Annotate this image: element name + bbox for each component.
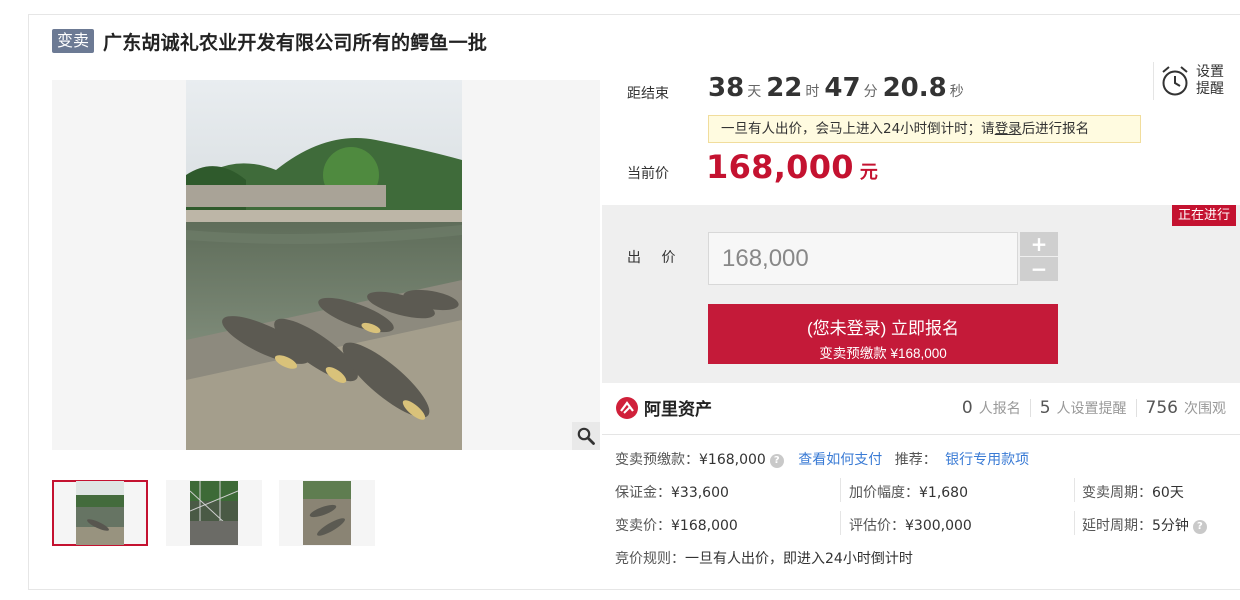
view-count: 756 次围观 xyxy=(1146,398,1226,418)
countdown-timer: 38 天 22 时 47 分 20.8 秒 xyxy=(708,73,969,103)
bid-rule-value: 一旦有人出价，即进入24小时倒计时 xyxy=(685,551,913,567)
help-icon[interactable]: ? xyxy=(1192,520,1207,534)
increment-value: ¥1,680 xyxy=(919,485,968,501)
decrease-bid-button[interactable]: − xyxy=(1020,257,1058,281)
help-icon[interactable]: ? xyxy=(769,454,784,468)
sale-period-label: 变卖周期： xyxy=(1082,485,1152,501)
appraisal-info: 评估价：¥300,000 xyxy=(849,515,972,535)
divider xyxy=(1135,399,1137,417)
countdown-hours: 22 xyxy=(766,73,803,103)
signup-count-value: 0 xyxy=(961,398,973,418)
signup-deposit-label: 变卖预缴款 ¥168,000 xyxy=(819,346,947,361)
divider xyxy=(1074,478,1075,502)
thumbnail-3[interactable] xyxy=(279,480,375,546)
reminder-count-unit: 人设置提醒 xyxy=(1056,401,1127,417)
divider xyxy=(840,511,841,535)
divider xyxy=(1029,399,1031,417)
main-image-viewer[interactable] xyxy=(52,80,600,450)
zoom-button[interactable] xyxy=(572,422,600,450)
countdown-minutes-unit: 分 xyxy=(863,84,878,100)
signup-count-unit: 人报名 xyxy=(978,401,1021,417)
sale-period-value: 60天 xyxy=(1152,485,1184,501)
signup-button-label: (您未登录) 立即报名 xyxy=(806,319,960,338)
alarm-clock-icon xyxy=(1162,66,1188,96)
login-link[interactable]: 登录 xyxy=(995,121,1022,137)
title-row: 变卖 广东胡诚礼农业开发有限公司所有的鳄鱼一批 xyxy=(52,28,487,54)
bid-label: 出 价 xyxy=(627,250,684,266)
reminder-count: 5 人设置提醒 xyxy=(1040,398,1127,418)
divider xyxy=(1074,511,1075,535)
countdown-label: 距结束 xyxy=(627,86,669,102)
sale-price-label: 变卖价： xyxy=(615,518,671,534)
bid-amount-input[interactable] xyxy=(708,232,1018,285)
current-price-value: 168,000 xyxy=(706,148,854,186)
signup-count: 0 人报名 xyxy=(962,398,1021,418)
countdown-days: 38 xyxy=(708,73,745,103)
notice-text-before: 一旦有人出价，会马上进入24小时倒计时；请 xyxy=(721,121,995,137)
ali-assets-name: 阿里资产 xyxy=(644,400,712,420)
recommend-label: 推荐： xyxy=(894,452,937,468)
item-title: 广东胡诚礼农业开发有限公司所有的鳄鱼一批 xyxy=(103,31,488,54)
status-badge: 正在进行 xyxy=(1171,205,1236,226)
platform-stats-row: 阿里资产 0 人报名 5 人设置提醒 756 次围观 xyxy=(602,383,1240,435)
set-reminder-button[interactable]: 设置提醒 xyxy=(1153,62,1231,100)
stats-group: 0 人报名 5 人设置提醒 756 次围观 xyxy=(962,398,1226,418)
current-price-unit: 元 xyxy=(859,162,878,183)
deposit-info: 变卖预缴款：¥168,000? 查看如何支付 推荐： 银行专用款项 xyxy=(615,449,1029,469)
delay-period-label: 延时周期： xyxy=(1082,518,1152,534)
bid-rule-label: 竞价规则： xyxy=(615,551,685,567)
guarantee-info: 保证金：¥33,600 xyxy=(615,482,729,502)
set-reminder-label: 设置提醒 xyxy=(1196,64,1224,97)
how-to-pay-link[interactable]: 查看如何支付 xyxy=(798,452,882,468)
sale-price-value: ¥168,000 xyxy=(671,518,738,534)
guarantee-label: 保证金： xyxy=(615,485,671,501)
increment-label: 加价幅度： xyxy=(849,485,919,501)
thumbnail-image xyxy=(76,481,124,545)
thumbnail-image xyxy=(303,481,351,545)
delay-period-value: 5分钟 xyxy=(1152,518,1189,534)
countdown-hours-unit: 时 xyxy=(805,84,820,100)
bid-panel: 正在进行 出 价 + − (您未登录) 立即报名 变卖预缴款 ¥168,000 xyxy=(602,205,1240,383)
sale-price-info: 变卖价：¥168,000 xyxy=(615,515,738,535)
appraisal-value: ¥300,000 xyxy=(905,518,972,534)
reminder-count-value: 5 xyxy=(1039,398,1051,418)
countdown-seconds: 20.8 xyxy=(882,73,947,103)
ali-assets-logo: 阿里资产 xyxy=(615,395,712,420)
countdown-minutes: 47 xyxy=(824,73,861,103)
current-price-label: 当前价 xyxy=(627,166,669,182)
appraisal-label: 评估价： xyxy=(849,518,905,534)
bid-rule-info: 竞价规则：一旦有人出价，即进入24小时倒计时 xyxy=(615,548,913,568)
increment-info: 加价幅度：¥1,680 xyxy=(849,482,968,502)
countdown-days-unit: 天 xyxy=(747,84,762,100)
divider xyxy=(840,478,841,502)
sale-period-info: 变卖周期：60天 xyxy=(1082,482,1184,502)
countdown-seconds-unit: 秒 xyxy=(949,84,964,100)
deposit-label: 变卖预缴款： xyxy=(615,452,699,468)
thumbnail-2[interactable] xyxy=(166,480,262,546)
sale-type-tag: 变卖 xyxy=(52,29,95,53)
crocodile-photo xyxy=(186,80,462,450)
bank-payment-link[interactable]: 银行专用款项 xyxy=(945,452,1029,468)
signup-button[interactable]: (您未登录) 立即报名 变卖预缴款 ¥168,000 xyxy=(708,304,1058,364)
notice-text-after: 后进行报名 xyxy=(1021,121,1090,137)
view-count-value: 756 xyxy=(1145,398,1178,418)
view-count-unit: 次围观 xyxy=(1184,401,1226,417)
magnifier-icon xyxy=(577,427,595,445)
deposit-value: ¥168,000 xyxy=(699,452,766,468)
thumbnail-1[interactable] xyxy=(52,480,148,546)
ali-assets-logo-icon xyxy=(616,396,638,419)
guarantee-value: ¥33,600 xyxy=(671,485,729,501)
bid-notice: 一旦有人出价，会马上进入24小时倒计时；请登录后进行报名 xyxy=(708,115,1141,143)
current-price: 168,000 元 xyxy=(706,148,878,186)
thumbnail-image xyxy=(190,481,238,545)
increase-bid-button[interactable]: + xyxy=(1020,232,1058,256)
delay-period-info: 延时周期：5分钟? xyxy=(1082,515,1207,535)
